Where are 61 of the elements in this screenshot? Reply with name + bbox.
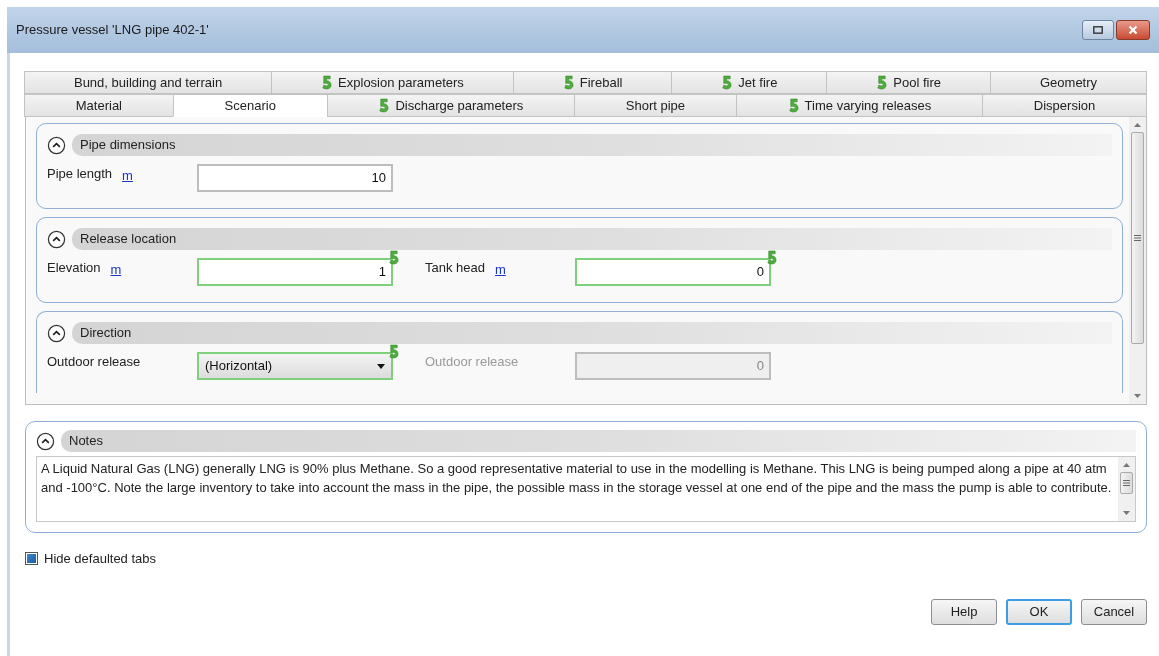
- dropdown[interactable]: (Horizontal): [197, 352, 393, 380]
- tab[interactable]: Time varying releases: [735, 94, 984, 117]
- curved-arrow-icon: [321, 75, 333, 90]
- unit-link[interactable]: m: [122, 166, 133, 186]
- dialog-button[interactable]: Cancel: [1081, 598, 1147, 625]
- field-label: Tank head: [425, 260, 485, 276]
- collapse-toggle-icon[interactable]: [47, 323, 66, 343]
- unit-link[interactable]: m: [110, 260, 122, 280]
- section-title: Direction: [80, 324, 132, 343]
- section-title: Release location: [80, 230, 177, 249]
- input-field[interactable]: 0: [575, 258, 771, 286]
- restore-button[interactable]: [1082, 20, 1114, 40]
- scroll-down-arrow-icon[interactable]: [1134, 394, 1141, 398]
- close-icon: [1128, 25, 1138, 35]
- window-title: Pressure vessel 'LNG pipe 402-1': [16, 21, 210, 40]
- scrollbar[interactable]: [1118, 457, 1135, 521]
- tab[interactable]: Pool fire: [826, 71, 991, 94]
- curved-arrow-icon: [876, 75, 888, 90]
- tab[interactable]: Bund, building and terrain: [24, 71, 273, 94]
- tab[interactable]: Scenario: [172, 94, 328, 117]
- tab[interactable]: Geometry: [990, 71, 1148, 94]
- section-title: Notes: [69, 432, 103, 451]
- curved-arrow-icon: [388, 250, 399, 265]
- tab[interactable]: Fireball: [512, 71, 673, 94]
- curved-arrow-icon: [766, 250, 777, 265]
- tab[interactable]: Discharge parameters: [326, 94, 576, 117]
- collapse-toggle-icon[interactable]: [36, 431, 55, 451]
- grip-icon: [1123, 480, 1130, 486]
- unit-link[interactable]: m: [495, 260, 506, 280]
- curved-arrow-icon: [562, 75, 574, 90]
- input-field[interactable]: 10: [197, 164, 393, 192]
- restore-icon: [1093, 26, 1103, 34]
- checkbox[interactable]: [25, 552, 38, 566]
- scroll-up-arrow-icon[interactable]: [1134, 123, 1141, 127]
- curved-arrow-icon: [787, 98, 799, 113]
- section-title: Pipe dimensions: [80, 136, 176, 155]
- input-field[interactable]: 1: [197, 258, 393, 286]
- collapse-toggle-icon[interactable]: [47, 229, 66, 249]
- field-label: Elevation: [47, 260, 101, 276]
- checkbox-label: Hide defaulted tabs: [44, 550, 157, 568]
- dialog-button[interactable]: Help: [931, 598, 997, 625]
- tab[interactable]: Material: [24, 94, 174, 117]
- field-label: Pipe length: [47, 166, 113, 182]
- close-button[interactable]: [1116, 20, 1150, 40]
- scrollbar[interactable]: [1129, 117, 1146, 404]
- dialog-button[interactable]: OK: [1006, 598, 1072, 625]
- collapse-toggle-icon[interactable]: [47, 135, 66, 155]
- field-label: Outdoor release: [425, 354, 519, 370]
- tab[interactable]: Jet fire: [671, 71, 828, 94]
- curved-arrow-icon: [388, 344, 399, 359]
- tab[interactable]: Explosion parameters: [271, 71, 514, 94]
- curved-arrow-icon: [721, 75, 733, 90]
- scroll-down-arrow-icon[interactable]: [1123, 511, 1130, 515]
- grip-icon: [1134, 235, 1141, 241]
- tab[interactable]: Short pipe: [574, 94, 737, 117]
- curved-arrow-icon: [378, 98, 390, 113]
- tab[interactable]: Dispersion: [982, 94, 1147, 117]
- dropdown-arrow-icon: [377, 363, 385, 369]
- field-label: Outdoor release: [47, 354, 141, 370]
- notes-text: A Liquid Natural Gas (LNG) generally LNG is 90% plus Methane. So a good representative material to use in the modelling is Methane. This LNG is being pumped along a pipe at 40 atm and -100°C. Note the large inventory to take into account the mass in the pipe, the possible mass in the storage vessel at one end of the pipe and the mass the pump is able to contribute.: [40, 460, 1113, 497]
- scroll-up-arrow-icon[interactable]: [1123, 463, 1130, 467]
